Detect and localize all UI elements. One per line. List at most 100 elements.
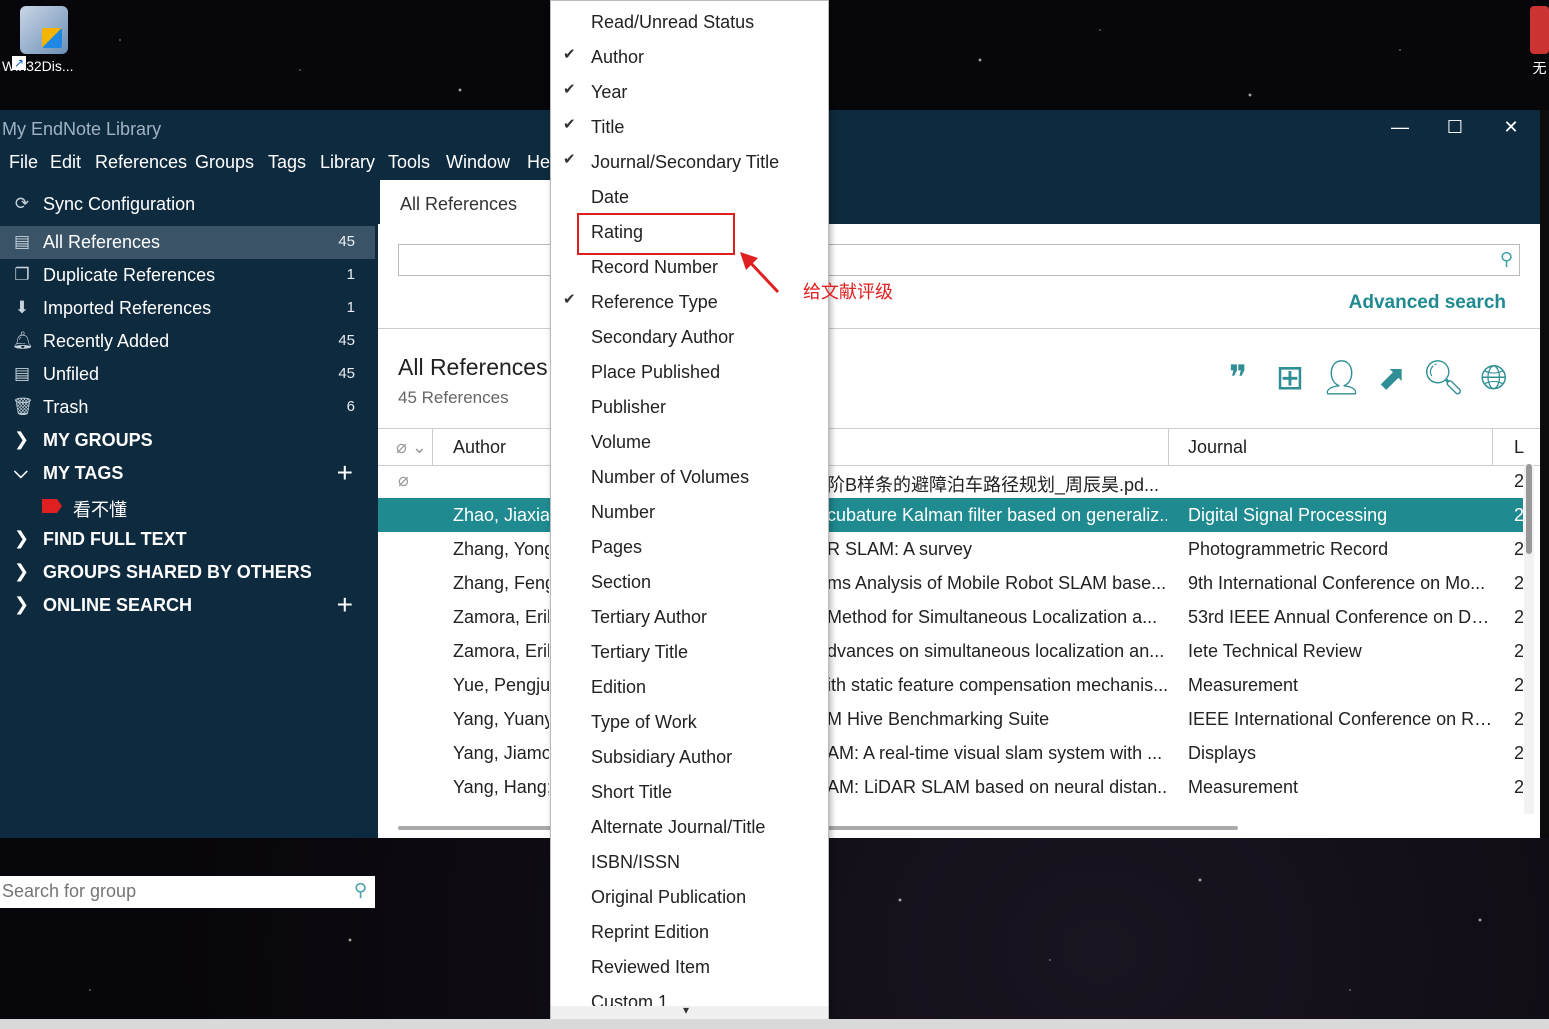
app-icon — [1530, 6, 1549, 54]
menu-item-edition[interactable]: Edition — [551, 669, 828, 704]
advanced-search-link[interactable]: Advanced search — [1349, 292, 1506, 314]
menu-item-label: Volume — [591, 432, 652, 452]
menu-item-journal-secondary-title[interactable]: ✔ Journal/Secondary Title — [551, 144, 828, 179]
menu-references[interactable]: References — [95, 152, 187, 173]
menu-item-volume[interactable]: Volume — [551, 424, 828, 459]
menu-item-number[interactable]: Number — [551, 494, 828, 529]
cell-author: Yang, Hang; — [453, 777, 549, 797]
menu-item-section[interactable]: Section — [551, 564, 828, 599]
menu-item-number-of-volumes[interactable]: Number of Volumes — [551, 459, 828, 494]
menu-item-subsidiary-author[interactable]: Subsidiary Author — [551, 739, 828, 774]
maximize-button[interactable]: ☐ — [1430, 110, 1480, 148]
menu-item-alternate-journal-title[interactable]: Alternate Journal/Title — [551, 809, 828, 844]
cell-title: ith static feature compensation mechanis… — [827, 675, 1167, 695]
menu-item-reference-type[interactable]: ✔ Reference Type — [551, 284, 828, 319]
menu-item-isbn-issn[interactable]: ISBN/ISSN — [551, 844, 828, 879]
add-to-clipboard-icon[interactable]: ⊞ — [1270, 358, 1310, 398]
column-header-author[interactable]: Author — [453, 437, 506, 458]
cell-journal: Measurement — [1188, 777, 1299, 797]
menu-item-publisher[interactable]: Publisher — [551, 389, 828, 424]
menu-item-label: Original Publication — [591, 887, 747, 907]
menu-item-read-unread-status[interactable]: Read/Unread Status — [551, 4, 828, 39]
menu-item-reprint-edition[interactable]: Reprint Edition — [551, 914, 828, 949]
desktop-icon-right[interactable]: 无 — [1530, 6, 1549, 78]
find-pdf-icon[interactable]: 🔍︎ — [1422, 358, 1465, 398]
share-arrow-icon[interactable]: ⬈ — [1372, 358, 1412, 398]
menu-item-author[interactable]: ✔ Author — [551, 39, 828, 74]
cell-last: 2 — [1514, 471, 1523, 491]
menu-library[interactable]: Library — [320, 152, 375, 173]
column-header-journal[interactable]: Journal — [1188, 437, 1247, 458]
cell-author: Zhang, Yong — [453, 539, 549, 559]
menu-groups[interactable]: Groups — [195, 152, 254, 173]
menu-help[interactable]: He — [527, 152, 550, 173]
cell-journal: Measurement — [1188, 675, 1299, 695]
sidebar-section-my-groups[interactable]: ❯ MY GROUPS — [0, 424, 375, 457]
menu-edit[interactable]: Edit — [50, 152, 81, 173]
close-button[interactable]: ✕ — [1486, 110, 1536, 148]
menu-item-place-published[interactable]: Place Published — [551, 354, 828, 389]
menu-item-custom-1[interactable]: Custom 1 — [551, 984, 828, 1006]
library-count: 45 References — [398, 388, 509, 407]
sidebar-section-my-tags[interactable]: ⌵ MY TAGS + — [0, 457, 375, 490]
sidebar-item-unfiled[interactable]: ▤ Unfiled 45 — [0, 358, 375, 391]
menu-scroll-down[interactable]: ▾ — [551, 1003, 828, 1020]
menu-file[interactable]: File — [9, 152, 38, 173]
menu-item-reviewed-item[interactable]: Reviewed Item — [551, 949, 828, 984]
menu-item-short-title[interactable]: Short Title — [551, 774, 828, 809]
desktop-icon-win32diskimager[interactable]: ↗ Win32Dis... — [2, 6, 86, 74]
add-user-icon[interactable]: 👤︎ — [1320, 358, 1363, 398]
cell-last: 2 — [1514, 641, 1523, 661]
search-icon[interactable]: ⚲ — [354, 880, 367, 901]
sidebar-item-all-references[interactable]: ▤ All References 45 — [0, 226, 375, 259]
import-icon: ⬇ — [14, 298, 30, 317]
add-tag-button[interactable]: + — [337, 457, 353, 489]
globe-icon[interactable]: 🌐︎ — [1474, 358, 1514, 398]
sidebar-item-trash[interactable]: 🗑︎ Trash 6 — [0, 391, 375, 424]
check-icon: ✔ — [563, 116, 576, 133]
sidebar-item-count: 45 — [338, 365, 355, 382]
menu-tags[interactable]: Tags — [268, 152, 306, 173]
attachment-column-icon[interactable]: ⌀ ⌄ — [396, 437, 427, 458]
menu-item-label: Year — [591, 82, 628, 102]
column-separator — [432, 429, 433, 465]
sidebar-item-imported-references[interactable]: ⬇ Imported References 1 — [0, 292, 375, 325]
group-search-input[interactable] — [0, 880, 334, 903]
sidebar-item-label: Sync Configuration — [43, 194, 196, 214]
quote-icon[interactable]: ❞ — [1218, 358, 1258, 398]
sidebar-section-groups-shared[interactable]: ❯ GROUPS SHARED BY OTHERS — [0, 556, 375, 589]
check-icon: ✔ — [563, 151, 576, 168]
tag-label: 看不懂 — [73, 500, 127, 520]
vertical-scrollbar[interactable] — [1524, 464, 1534, 814]
tab-all-references[interactable]: All References — [380, 180, 550, 224]
menu-item-label: Alternate Journal/Title — [591, 817, 766, 837]
sidebar-sync-configuration[interactable]: ⟳ Sync Configuration — [0, 188, 375, 221]
check-icon: ✔ — [563, 46, 576, 63]
menu-item-year[interactable]: ✔ Year — [551, 74, 828, 109]
cell-title: ms Analysis of Mobile Robot SLAM base... — [827, 573, 1167, 593]
menu-tools[interactable]: Tools — [388, 152, 430, 173]
sidebar-item-recently-added[interactable]: 🔔︎ Recently Added 45 — [0, 325, 375, 358]
menu-window[interactable]: Window — [446, 152, 510, 173]
sidebar-section-find-full-text[interactable]: ❯ FIND FULL TEXT — [0, 523, 375, 556]
sidebar-item-label: Unfiled — [43, 364, 100, 384]
section-label: MY GROUPS — [43, 430, 153, 450]
menu-item-date[interactable]: Date — [551, 179, 828, 214]
sidebar-item-tag[interactable]: 看不懂 — [0, 490, 375, 523]
sidebar-section-online-search[interactable]: ❯ ONLINE SEARCH + — [0, 589, 375, 622]
search-icon[interactable]: ⚲ — [1500, 249, 1513, 270]
sidebar-item-duplicate-references[interactable]: ❐ Duplicate References 1 — [0, 259, 375, 292]
menu-item-tertiary-title[interactable]: Tertiary Title — [551, 634, 828, 669]
cell-last: 2 — [1514, 709, 1523, 729]
menu-item-secondary-author[interactable]: Secondary Author — [551, 319, 828, 354]
menu-item-tertiary-author[interactable]: Tertiary Author — [551, 599, 828, 634]
column-header-last[interactable]: L — [1514, 437, 1524, 458]
menu-item-pages[interactable]: Pages — [551, 529, 828, 564]
check-icon: ✔ — [563, 81, 576, 98]
menu-item-type-of-work[interactable]: Type of Work — [551, 704, 828, 739]
add-online-search-button[interactable]: + — [337, 589, 353, 621]
scrollbar-thumb[interactable] — [1526, 464, 1532, 554]
minimize-button[interactable]: — — [1375, 110, 1425, 148]
menu-item-original-publication[interactable]: Original Publication — [551, 879, 828, 914]
menu-item-title[interactable]: ✔ Title — [551, 109, 828, 144]
